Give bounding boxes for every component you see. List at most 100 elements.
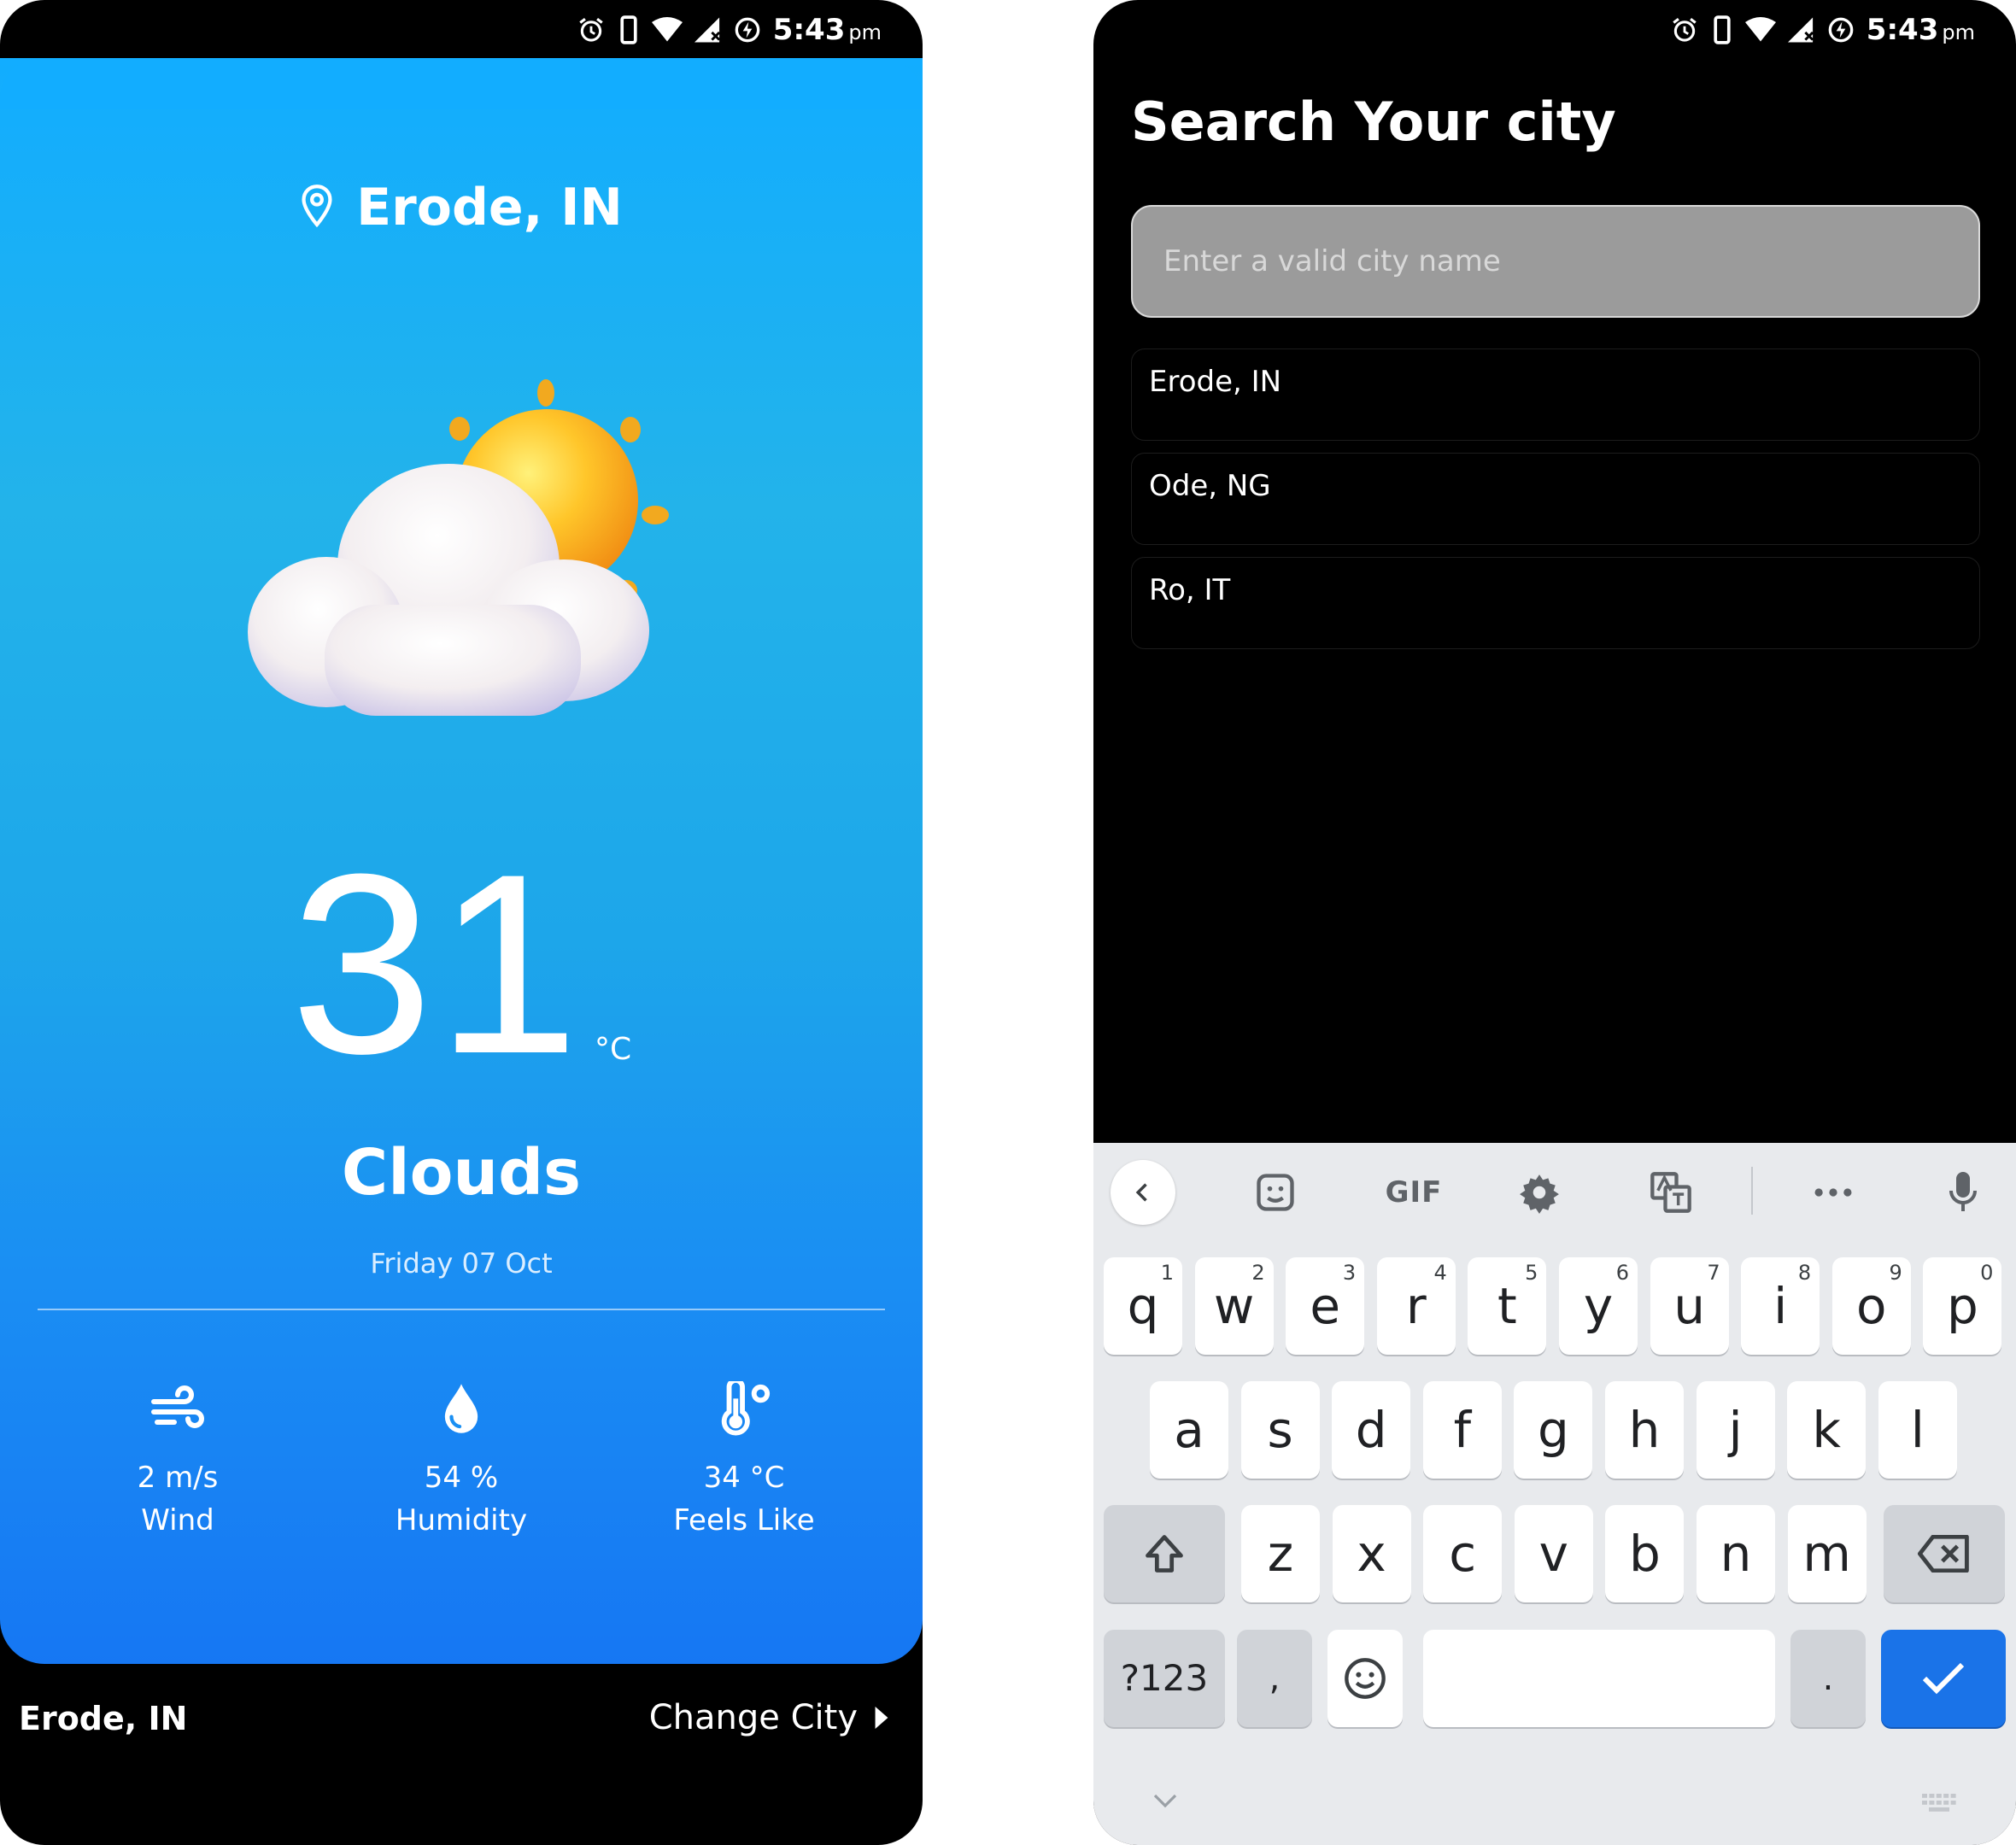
city-search-input[interactable] [1131, 205, 1980, 318]
shift-key[interactable] [1104, 1505, 1225, 1602]
key-label: o [1856, 1277, 1887, 1335]
key[interactable]: d [1332, 1381, 1411, 1479]
bottom-bar: Erode, IN Change City [0, 1666, 923, 1785]
location-name: Erode, IN [356, 178, 623, 237]
key[interactable]: j [1696, 1381, 1775, 1479]
result-item[interactable]: Ro, IT [1131, 557, 1980, 649]
wifi-icon [651, 17, 683, 43]
symbols-key[interactable]: ?123 [1104, 1630, 1225, 1727]
water-drop-icon [333, 1370, 589, 1447]
key[interactable]: o9 [1831, 1257, 1911, 1355]
result-item[interactable]: Ode, NG [1131, 453, 1980, 545]
phone-icon [618, 15, 640, 44]
status-bar: 5:43 pm [0, 0, 923, 58]
chevron-right-icon [875, 1698, 888, 1737]
key[interactable]: x [1332, 1505, 1411, 1602]
key[interactable]: a [1150, 1381, 1228, 1479]
key-hint: 0 [1980, 1261, 1994, 1285]
gif-button[interactable]: GIF [1375, 1162, 1452, 1223]
key[interactable]: r4 [1376, 1257, 1456, 1355]
key[interactable]: v [1514, 1505, 1593, 1602]
key-label: i [1773, 1277, 1788, 1335]
backspace-key[interactable] [1884, 1505, 2005, 1602]
key-label: m [1802, 1525, 1851, 1583]
wifi-icon [1744, 17, 1776, 43]
weather-date: Friday 07 Oct [370, 1247, 553, 1280]
change-city-button[interactable]: Change City [649, 1698, 888, 1737]
key[interactable]: f [1422, 1381, 1502, 1479]
enter-key[interactable] [1881, 1630, 2006, 1727]
key[interactable]: w2 [1194, 1257, 1274, 1355]
temperature-unit: °C [595, 1032, 632, 1067]
alarm-icon [577, 15, 606, 44]
key-label: h [1628, 1401, 1661, 1459]
weather-stats: 2 m/s Wind 54 % Humidity 34 °C Feels Lik… [0, 1370, 923, 1592]
temperature-value: 31 [290, 820, 583, 1107]
key[interactable]: h [1605, 1381, 1684, 1479]
key-hint: 5 [1525, 1261, 1538, 1285]
page-title: Search Your city [1131, 91, 1616, 153]
result-item[interactable]: Erode, IN [1131, 348, 1980, 441]
emoji-key[interactable] [1327, 1630, 1403, 1727]
key-label: q [1127, 1277, 1159, 1335]
bottom-city-name: Erode, IN [19, 1700, 188, 1737]
more-options-button[interactable] [1802, 1162, 1864, 1223]
key[interactable]: n [1697, 1505, 1775, 1602]
key[interactable]: p0 [1923, 1257, 2002, 1355]
sticker-button[interactable] [1245, 1162, 1306, 1223]
key-label: c [1449, 1525, 1477, 1583]
gear-icon [1520, 1174, 1559, 1214]
stat-humidity: 54 % Humidity [333, 1370, 589, 1538]
translate-button[interactable] [1640, 1162, 1702, 1223]
key[interactable]: g [1514, 1381, 1593, 1479]
voice-input-button[interactable] [1932, 1162, 1994, 1223]
key-label: g [1537, 1401, 1569, 1459]
key-label: f [1453, 1401, 1471, 1459]
key-label: n [1720, 1525, 1752, 1583]
key[interactable]: t5 [1468, 1257, 1547, 1355]
key-hint: 2 [1251, 1261, 1265, 1285]
humidity-label: Humidity [395, 1503, 528, 1538]
key[interactable]: u7 [1650, 1257, 1729, 1355]
key-hint: 9 [1889, 1261, 1902, 1285]
key-label: v [1538, 1525, 1568, 1583]
comma-key[interactable]: , [1237, 1630, 1312, 1727]
key[interactable]: c [1423, 1505, 1503, 1602]
key-label: t [1497, 1277, 1517, 1335]
key[interactable]: i8 [1741, 1257, 1820, 1355]
key[interactable]: s [1240, 1381, 1320, 1479]
key-label: s [1267, 1401, 1293, 1459]
key-label: l [1910, 1401, 1925, 1459]
status-bar: 5:43 pm [1093, 0, 2016, 58]
key[interactable]: l [1878, 1381, 1957, 1479]
key-label: r [1405, 1277, 1427, 1335]
microphone-icon [1949, 1172, 1977, 1211]
key-hint: 6 [1615, 1261, 1629, 1285]
symbols-key-label: ?123 [1120, 1657, 1209, 1699]
key[interactable]: y6 [1559, 1257, 1638, 1355]
period-key-label: . [1822, 1659, 1834, 1698]
key-label: z [1267, 1525, 1294, 1583]
keyboard-back-button[interactable] [1111, 1160, 1175, 1225]
key[interactable]: e3 [1286, 1257, 1365, 1355]
hide-keyboard-icon[interactable] [1153, 1794, 1177, 1813]
keyboard-switch-icon[interactable] [1922, 1794, 1956, 1816]
stat-feels-like: 34 °C Feels Like [616, 1370, 872, 1538]
key-label: a [1174, 1401, 1204, 1459]
key[interactable]: m [1787, 1505, 1867, 1602]
key-label: b [1628, 1525, 1661, 1583]
location-pin-icon [300, 184, 334, 231]
key[interactable]: k [1787, 1381, 1867, 1479]
phone-icon [1711, 15, 1733, 44]
signal-icon [1787, 17, 1815, 43]
period-key[interactable]: . [1790, 1630, 1866, 1727]
humidity-value: 54 % [424, 1461, 499, 1495]
settings-button[interactable] [1509, 1162, 1570, 1223]
space-key[interactable] [1423, 1630, 1775, 1727]
key[interactable]: q1 [1104, 1257, 1182, 1355]
key-label: j [1728, 1401, 1743, 1459]
key[interactable]: b [1605, 1505, 1685, 1602]
thermometer-icon [616, 1370, 872, 1447]
toolbar-divider [1751, 1167, 1753, 1215]
key[interactable]: z [1241, 1505, 1320, 1602]
